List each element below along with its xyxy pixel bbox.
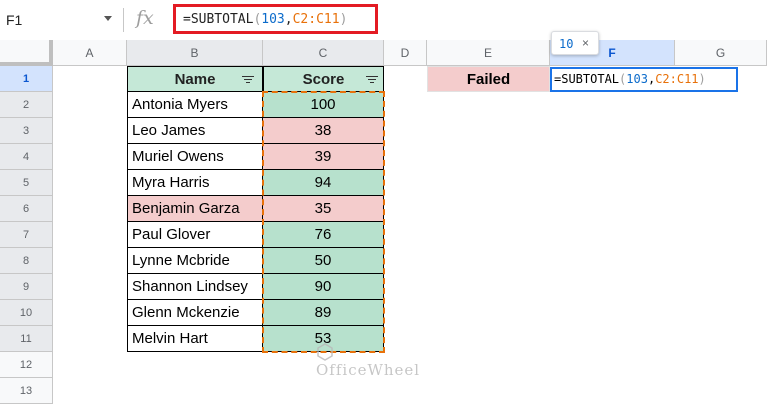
score-cell[interactable]: 100 <box>263 92 384 118</box>
row-header-1[interactable]: 1 <box>0 66 53 92</box>
name-cell[interactable]: Shannon Lindsey <box>127 274 263 300</box>
name-cell[interactable]: Benjamin Garza <box>127 196 263 222</box>
header-score-label: Score <box>302 71 345 88</box>
row-header-9[interactable]: 9 <box>0 274 53 300</box>
formula-close-paren: ) <box>339 12 348 27</box>
score-cell[interactable]: 76 <box>263 222 384 248</box>
editor-close-paren: ) <box>698 72 706 86</box>
column-header-a[interactable]: A <box>53 40 127 66</box>
editor-arg-range: C2:C11 <box>655 72 699 86</box>
name-box-label: F1 <box>6 12 23 28</box>
formula-bar: F1 fx =SUBTOTAL(103,C2:C11) <box>0 0 767 41</box>
score-cell[interactable]: 38 <box>263 118 384 144</box>
name-cell[interactable]: Glenn Mckenzie <box>127 300 263 326</box>
name-cell[interactable]: Leo James <box>127 118 263 144</box>
row-header-7[interactable]: 7 <box>0 222 53 248</box>
row-header-8[interactable]: 8 <box>0 248 53 274</box>
formula-text: =SUBTOTAL(103,C2:C11) <box>183 12 347 27</box>
score-cell[interactable]: 89 <box>263 300 384 326</box>
row-header-10[interactable]: 10 <box>0 300 53 326</box>
failed-label-cell[interactable]: Failed <box>427 66 550 92</box>
score-cell[interactable]: 39 <box>263 144 384 170</box>
name-cell[interactable]: Antonia Myers <box>127 92 263 118</box>
filter-icon[interactable] <box>366 76 378 84</box>
close-icon[interactable]: × <box>582 36 589 50</box>
select-all-corner[interactable] <box>0 40 53 66</box>
name-cell[interactable]: Lynne Mcbride <box>127 248 263 274</box>
name-cell[interactable]: Melvin Hart <box>127 326 263 352</box>
cell-editor-f1[interactable]: =SUBTOTAL(103,C2:C11) <box>550 67 738 92</box>
name-cell[interactable]: Paul Glover <box>127 222 263 248</box>
column-header-e[interactable]: E <box>427 40 550 66</box>
result-preview-tooltip: 10 × <box>551 31 599 55</box>
formula-arg-function-code: 103 <box>261 12 285 27</box>
column-header-g[interactable]: G <box>675 40 767 66</box>
score-cell[interactable]: 50 <box>263 248 384 274</box>
column-header-b[interactable]: B <box>127 40 263 66</box>
formula-function: =SUBTOTAL <box>183 12 254 27</box>
formula-comma: , <box>284 12 293 27</box>
filter-icon[interactable] <box>242 76 254 84</box>
row-header-2[interactable]: 2 <box>0 92 53 118</box>
column-header-c[interactable]: C <box>263 40 384 66</box>
row-header-6[interactable]: 6 <box>0 196 53 222</box>
row-header-5[interactable]: 5 <box>0 170 53 196</box>
watermark-logo: OfficeWheel <box>316 342 420 379</box>
score-cell[interactable]: 94 <box>263 170 384 196</box>
score-cell[interactable]: 35 <box>263 196 384 222</box>
column-header-d[interactable]: D <box>384 40 427 66</box>
editor-arg-function-code: 103 <box>626 72 648 86</box>
name-box[interactable]: F1 <box>0 0 123 40</box>
fx-icon: fx <box>136 7 154 29</box>
row-header-4[interactable]: 4 <box>0 144 53 170</box>
header-score[interactable]: Score <box>263 66 384 92</box>
row-header-3[interactable]: 3 <box>0 118 53 144</box>
formula-arg-range: C2:C11 <box>292 12 340 27</box>
name-cell[interactable]: Myra Harris <box>127 170 263 196</box>
chevron-down-icon[interactable] <box>104 16 112 21</box>
result-preview-value: 10 <box>559 37 574 51</box>
row-header-12[interactable]: 12 <box>0 352 53 378</box>
formula-bar-divider <box>123 8 124 32</box>
row-header-11[interactable]: 11 <box>0 326 53 352</box>
editor-function: =SUBTOTAL <box>554 72 620 86</box>
header-name[interactable]: Name <box>127 66 263 92</box>
formula-input[interactable]: =SUBTOTAL(103,C2:C11) <box>173 4 378 34</box>
watermark-text: OfficeWheel <box>316 361 421 379</box>
score-cell[interactable]: 90 <box>263 274 384 300</box>
header-name-label: Name <box>174 71 216 88</box>
row-header-13[interactable]: 13 <box>0 378 53 404</box>
hexagon-logo-icon <box>317 343 333 361</box>
name-cell[interactable]: Muriel Owens <box>127 144 263 170</box>
